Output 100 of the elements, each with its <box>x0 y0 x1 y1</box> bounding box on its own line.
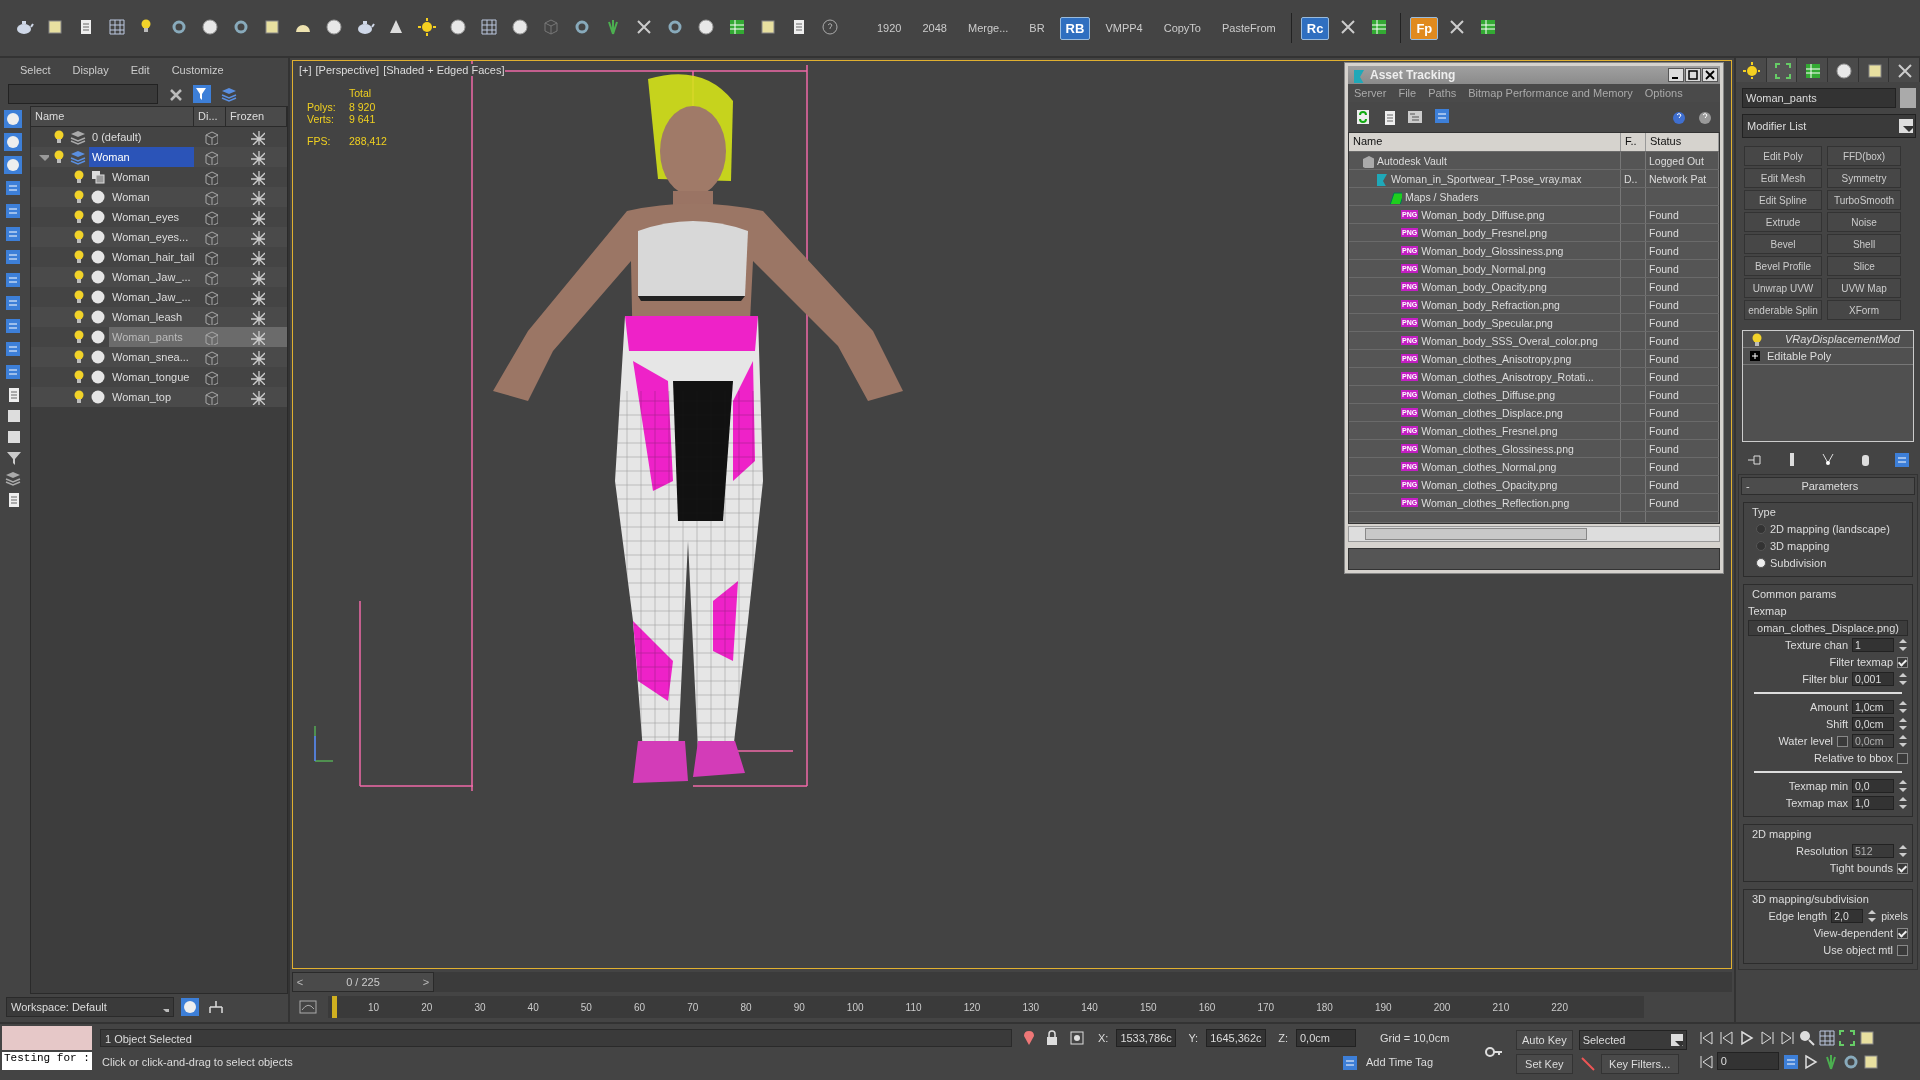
previous-frame-button[interactable]: < <box>293 976 307 988</box>
display-box-icon[interactable] <box>202 309 218 325</box>
viewport-menu-label[interactable]: [Shaded + Edged Faces] <box>383 64 505 76</box>
freeze-icon[interactable] <box>248 249 265 265</box>
add-time-tag-link[interactable]: Add Time Tag <box>1366 1056 1434 1068</box>
object-name[interactable]: 0 (default) <box>89 127 194 147</box>
auto-key-button[interactable]: Auto Key <box>1516 1030 1573 1050</box>
asset-name[interactable]: Woman_clothes_Reflection.png <box>1421 496 1570 509</box>
minimize-icon[interactable] <box>1668 68 1684 82</box>
column-header[interactable]: F.. <box>1621 133 1646 151</box>
display-box-icon[interactable] <box>202 289 218 305</box>
checkbox[interactable] <box>1897 752 1908 764</box>
menu-item[interactable]: Edit <box>130 64 150 76</box>
column-header[interactable]: Name <box>31 107 194 126</box>
scene-row[interactable]: Woman_Jaw_... <box>31 287 287 307</box>
sun-icon[interactable] <box>417 17 439 39</box>
hierarchy-icon[interactable] <box>1803 61 1822 79</box>
object-name[interactable]: Woman_leash <box>109 307 194 327</box>
coordinate-field[interactable]: 1645,362c <box>1206 1029 1267 1047</box>
spinner-field[interactable]: 0,001 <box>1852 672 1894 686</box>
menu-item[interactable]: File <box>1398 87 1417 99</box>
key-filters-button[interactable]: Key Filters... <box>1600 1054 1679 1074</box>
hierarchy-icon[interactable] <box>206 998 224 1016</box>
current-frame-field[interactable]: 0 <box>1716 1052 1779 1070</box>
spinner-field[interactable]: 1 <box>1852 638 1894 652</box>
sphere-icon[interactable] <box>89 228 107 246</box>
freeze-icon[interactable] <box>248 369 265 385</box>
scene-row[interactable]: 0 (default) <box>31 127 287 147</box>
spinner-field[interactable]: 1,0cm <box>1852 700 1894 714</box>
menu-item[interactable]: Customize <box>171 64 224 76</box>
toolbar-button[interactable]: 1920 <box>871 19 908 37</box>
display-box-icon[interactable] <box>202 229 218 245</box>
scene-row[interactable]: Woman_tongue <box>31 367 287 387</box>
object-name-field[interactable]: Woman_pants <box>1742 88 1896 108</box>
asset-name[interactable]: Woman_clothes_Anisotropy_Rotati... <box>1421 370 1594 383</box>
modifier-button[interactable]: XForm <box>1827 300 1901 320</box>
asset-name[interactable]: Woman_in_Sportwear_T-Pose_vray.max <box>1391 172 1582 185</box>
time-slider-track[interactable]: < 0 / 225 > <box>292 972 1732 992</box>
asset-name[interactable]: Woman_clothes_Fresnel.png <box>1421 424 1558 437</box>
scene-row[interactable]: Woman_Jaw_... <box>31 267 287 287</box>
sphere-icon[interactable] <box>89 248 107 266</box>
menu-item[interactable]: Bitmap Performance and Memory <box>1468 87 1633 99</box>
scene-row[interactable]: Woman_hair_tail <box>31 247 287 267</box>
spinner-field[interactable]: 0,0 <box>1852 779 1894 793</box>
curve-editor-icon[interactable] <box>298 997 318 1017</box>
scrollbar-thumb[interactable] <box>1365 528 1587 540</box>
column-header[interactable]: Di... <box>194 107 226 126</box>
checkbox[interactable] <box>1897 927 1908 939</box>
script-button[interactable]: RB <box>1059 16 1091 40</box>
object-name[interactable]: Woman_snea... <box>109 347 194 367</box>
texmap-button[interactable]: oman_clothes_Displace.png) <box>1748 620 1908 636</box>
column-header[interactable]: Name <box>1349 133 1621 151</box>
sphere-icon[interactable] <box>89 308 107 326</box>
workspace-dropdown[interactable]: Workspace: Default <box>6 997 174 1017</box>
scene-row[interactable]: Woman <box>31 167 287 187</box>
spinner-field[interactable]: 1,0 <box>1852 796 1894 810</box>
modifier-button[interactable]: Noise <box>1827 212 1901 232</box>
next-frame-button[interactable]: > <box>419 976 433 988</box>
asset-name[interactable]: Woman_body_SSS_Overal_color.png <box>1421 334 1598 347</box>
time-slider-handle[interactable] <box>332 996 337 1018</box>
display-box-icon[interactable] <box>202 269 218 285</box>
freeze-icon[interactable] <box>248 289 265 305</box>
display-box-icon[interactable] <box>202 369 218 385</box>
menu-item[interactable]: Options <box>1644 87 1683 99</box>
toolbar-button[interactable]: CopyTo <box>1157 19 1207 37</box>
horizontal-scrollbar[interactable] <box>1348 526 1720 542</box>
asset-name[interactable]: Woman_body_Glossiness.png <box>1421 244 1564 257</box>
object-name[interactable]: Woman_Jaw_... <box>109 287 194 307</box>
freeze-icon[interactable] <box>248 169 265 185</box>
menu-item[interactable]: Paths <box>1428 87 1457 99</box>
zoom-extents-icon[interactable] <box>1836 1028 1855 1046</box>
viewport-menu-label[interactable]: [+] <box>299 64 312 76</box>
object-name[interactable]: Woman_hair_tail <box>109 247 195 267</box>
asset-name[interactable]: Woman_clothes_Diffuse.png <box>1421 388 1556 401</box>
scene-row[interactable]: Woman_eyes <box>31 207 287 227</box>
asset-name[interactable]: Maps / Shaders <box>1405 190 1479 203</box>
toolbar-button[interactable]: PasteFrom <box>1216 19 1282 37</box>
hierarchy-tab[interactable] <box>1797 58 1828 82</box>
display-box-icon[interactable] <box>202 129 218 145</box>
coordinate-field[interactable]: 1533,786c <box>1116 1029 1177 1047</box>
asset-name[interactable]: Woman_clothes_Glossiness.png <box>1421 442 1574 455</box>
modifier-button[interactable]: Symmetry <box>1827 168 1901 188</box>
coordinate-field[interactable]: 0,0cm <box>1295 1029 1356 1047</box>
sphere-icon[interactable] <box>89 328 107 346</box>
stack-item[interactable]: VRayDisplacementMod <box>1743 331 1913 348</box>
scene-row[interactable]: Woman_snea... <box>31 347 287 367</box>
freeze-icon[interactable] <box>248 389 265 405</box>
radio-button[interactable] <box>1756 558 1766 568</box>
object-name[interactable]: Woman <box>89 147 194 167</box>
freeze-icon[interactable] <box>248 229 265 245</box>
display-box-icon[interactable] <box>202 249 218 265</box>
object-name[interactable]: Woman_tongue <box>109 367 194 387</box>
sphere-icon[interactable] <box>89 368 107 386</box>
track-bar[interactable]: 10 20 30 40 50 60 70 80 90 100 110 120 130 140 150 160 170 180 190 200 210 220 <box>328 996 1644 1018</box>
create-tab[interactable] <box>1736 58 1767 82</box>
column-header[interactable]: Status <box>1646 133 1719 151</box>
modifier-button[interactable]: enderable Splin <box>1744 300 1822 320</box>
viewport[interactable] <box>292 60 1732 969</box>
asset-name[interactable]: Woman_clothes_Opacity.png <box>1421 478 1558 491</box>
refresh-icon[interactable] <box>1354 108 1372 126</box>
